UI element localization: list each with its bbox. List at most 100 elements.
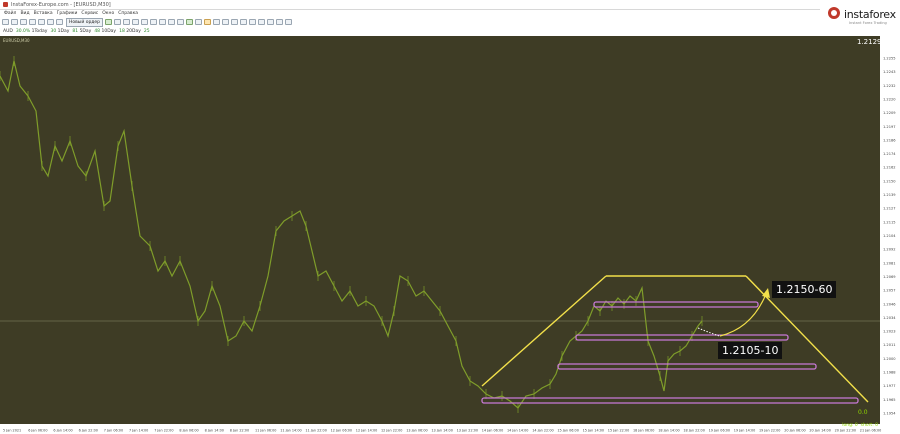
menu-insert[interactable]: Вставка bbox=[34, 11, 53, 16]
y-tick-label: 1.2104 bbox=[883, 234, 896, 238]
y-tick-label: 1.2046 bbox=[883, 302, 896, 306]
zero-label: 0.0 bbox=[858, 409, 868, 416]
y-tick-label: 1.2209 bbox=[883, 111, 896, 115]
y-tick-label: 1.1965 bbox=[883, 398, 896, 402]
price-chart[interactable]: 1.2255 1.2243 1.2232 1.2220 1.2209 1.2197 1.21… bbox=[0, 36, 900, 434]
strategy-tester-icon[interactable] bbox=[56, 19, 63, 25]
stat-extra: 25 bbox=[143, 28, 150, 34]
line-chart-icon[interactable] bbox=[132, 19, 140, 25]
x-tick-label: 14 Jan 22:00 bbox=[532, 429, 553, 433]
y-tick-label: 1.2150 bbox=[883, 179, 896, 183]
menu-window[interactable]: Окно bbox=[102, 11, 114, 16]
menu-bar: Файл Вид Вставка Графики Сервис Окно Спр… bbox=[0, 9, 820, 17]
y-tick-label: 1.2081 bbox=[883, 261, 896, 265]
navigator-icon[interactable] bbox=[38, 19, 45, 25]
brand-tagline: Instant Forex Trading bbox=[849, 21, 887, 25]
market-watch-icon[interactable] bbox=[20, 19, 27, 25]
resistance-zone bbox=[575, 334, 789, 341]
x-tick-label: 20 Jan 22:00 bbox=[835, 429, 856, 433]
instaforex-logo-icon bbox=[828, 7, 840, 19]
zoom-out-icon[interactable] bbox=[150, 19, 158, 25]
menu-help[interactable]: Справка bbox=[118, 11, 138, 16]
stat-10day: 48 10Day bbox=[94, 28, 117, 34]
y-tick-label: 1.1977 bbox=[883, 384, 896, 388]
new-order-button[interactable]: Новый ордер bbox=[66, 17, 104, 27]
x-tick-label: 12 Jan 22:00 bbox=[381, 429, 402, 433]
menu-charts[interactable]: Графики bbox=[57, 11, 78, 16]
bar-chart-icon[interactable] bbox=[114, 19, 122, 25]
position-stats: long: 0 short: 0 bbox=[842, 423, 878, 428]
templates-icon[interactable] bbox=[204, 19, 212, 25]
stat-today: 30.0% 1Today bbox=[15, 28, 48, 34]
autoscroll-icon[interactable] bbox=[177, 19, 185, 25]
y-tick-label: 1.2232 bbox=[883, 84, 896, 88]
x-tick-label: 6 Jan 14:00 bbox=[53, 429, 72, 433]
crosshair-icon[interactable] bbox=[222, 19, 230, 25]
y-tick-label: 1.2139 bbox=[883, 193, 896, 197]
y-tick-label: 1.2034 bbox=[883, 316, 896, 320]
profiles-icon[interactable] bbox=[11, 19, 18, 25]
target-lower-label: 1.2105-10 bbox=[718, 342, 783, 359]
x-tick-label: 14 Jan 06:00 bbox=[482, 429, 503, 433]
zoom-in-icon[interactable] bbox=[141, 19, 149, 25]
x-tick-label: 11 Jan 06:00 bbox=[255, 429, 276, 433]
x-tick-label: 8 Jan 06:00 bbox=[179, 429, 198, 433]
x-tick-label: 5 Jan 2021 bbox=[3, 429, 21, 433]
resistance-zone bbox=[481, 397, 859, 404]
text-icon[interactable] bbox=[276, 19, 284, 25]
y-tick-label: 1.2115 bbox=[883, 220, 896, 224]
trendline-icon[interactable] bbox=[249, 19, 257, 25]
tile-windows-icon[interactable] bbox=[159, 19, 167, 25]
indicators-icon[interactable] bbox=[186, 19, 194, 25]
y-tick-label: 1.2057 bbox=[883, 289, 896, 293]
stat-1day: 30 1Day bbox=[50, 28, 70, 34]
projection-up-arrow bbox=[719, 293, 767, 337]
y-tick-label: 1.2220 bbox=[883, 97, 896, 101]
chart-shift-icon[interactable] bbox=[168, 19, 176, 25]
y-tick-label: 1.2092 bbox=[883, 248, 896, 252]
x-tick-label: 7 Jan 14:00 bbox=[129, 429, 148, 433]
menu-tools[interactable]: Сервис bbox=[81, 11, 98, 16]
stat-20day: 18 20Day bbox=[119, 28, 141, 34]
autotrading-icon[interactable] bbox=[105, 19, 113, 25]
horizontal-line-icon[interactable] bbox=[240, 19, 248, 25]
vertical-line-icon[interactable] bbox=[231, 19, 239, 25]
x-tick-label: 13 Jan 22:00 bbox=[457, 429, 478, 433]
new-chart-icon[interactable] bbox=[2, 19, 9, 25]
stats-short: short: 0 bbox=[860, 423, 878, 428]
periods-icon[interactable] bbox=[195, 19, 203, 25]
menu-file[interactable]: Файл bbox=[4, 11, 16, 16]
x-tick-label: 18 Jan 14:00 bbox=[658, 429, 679, 433]
y-tick-label: 1.2011 bbox=[883, 343, 896, 347]
menu-view[interactable]: Вид bbox=[20, 11, 29, 16]
x-tick-label: 8 Jan 22:00 bbox=[230, 429, 249, 433]
brand-logo: instaforex Instant Forex Trading bbox=[820, 0, 900, 36]
x-tick-label: 6 Jan 22:00 bbox=[79, 429, 98, 433]
price-series-line bbox=[0, 60, 703, 409]
terminal-icon[interactable] bbox=[47, 19, 54, 25]
y-tick-label: 1.2174 bbox=[883, 152, 896, 156]
target-upper-label: 1.2150-60 bbox=[772, 281, 837, 298]
y-tick-label: 1.2127 bbox=[883, 207, 896, 211]
chart-canvas[interactable]: 1.2255 1.2243 1.2232 1.2220 1.2209 1.2197 1.21… bbox=[0, 36, 900, 434]
stats-long: long: 0 bbox=[842, 423, 858, 428]
y-tick-label: 1.2069 bbox=[883, 275, 896, 279]
x-tick-label: 15 Jan 14:00 bbox=[583, 429, 604, 433]
x-tick-label: 14 Jan 14:00 bbox=[507, 429, 528, 433]
candle-chart-icon[interactable] bbox=[123, 19, 131, 25]
app-icon bbox=[3, 2, 8, 7]
y-tick-label: 1.1954 bbox=[883, 412, 896, 416]
cursor-icon[interactable] bbox=[213, 19, 221, 25]
chart-symbol: EURUSD,M30 bbox=[3, 38, 30, 43]
arrows-icon[interactable] bbox=[285, 19, 293, 25]
y-tick-label: 1.2023 bbox=[883, 330, 896, 334]
data-window-icon[interactable] bbox=[29, 19, 36, 25]
x-tick-label: 19 Jan 14:00 bbox=[734, 429, 755, 433]
window-title: InstaForex-Europe.com - [EURUSD,M30] bbox=[11, 1, 111, 8]
fibonacci-icon[interactable] bbox=[267, 19, 275, 25]
resistance-zone bbox=[593, 301, 759, 308]
channel-icon[interactable] bbox=[258, 19, 266, 25]
x-tick-label: 20 Jan 14:00 bbox=[809, 429, 830, 433]
y-tick-label: 1.2000 bbox=[883, 357, 896, 361]
x-tick-label: 7 Jan 22:00 bbox=[154, 429, 173, 433]
